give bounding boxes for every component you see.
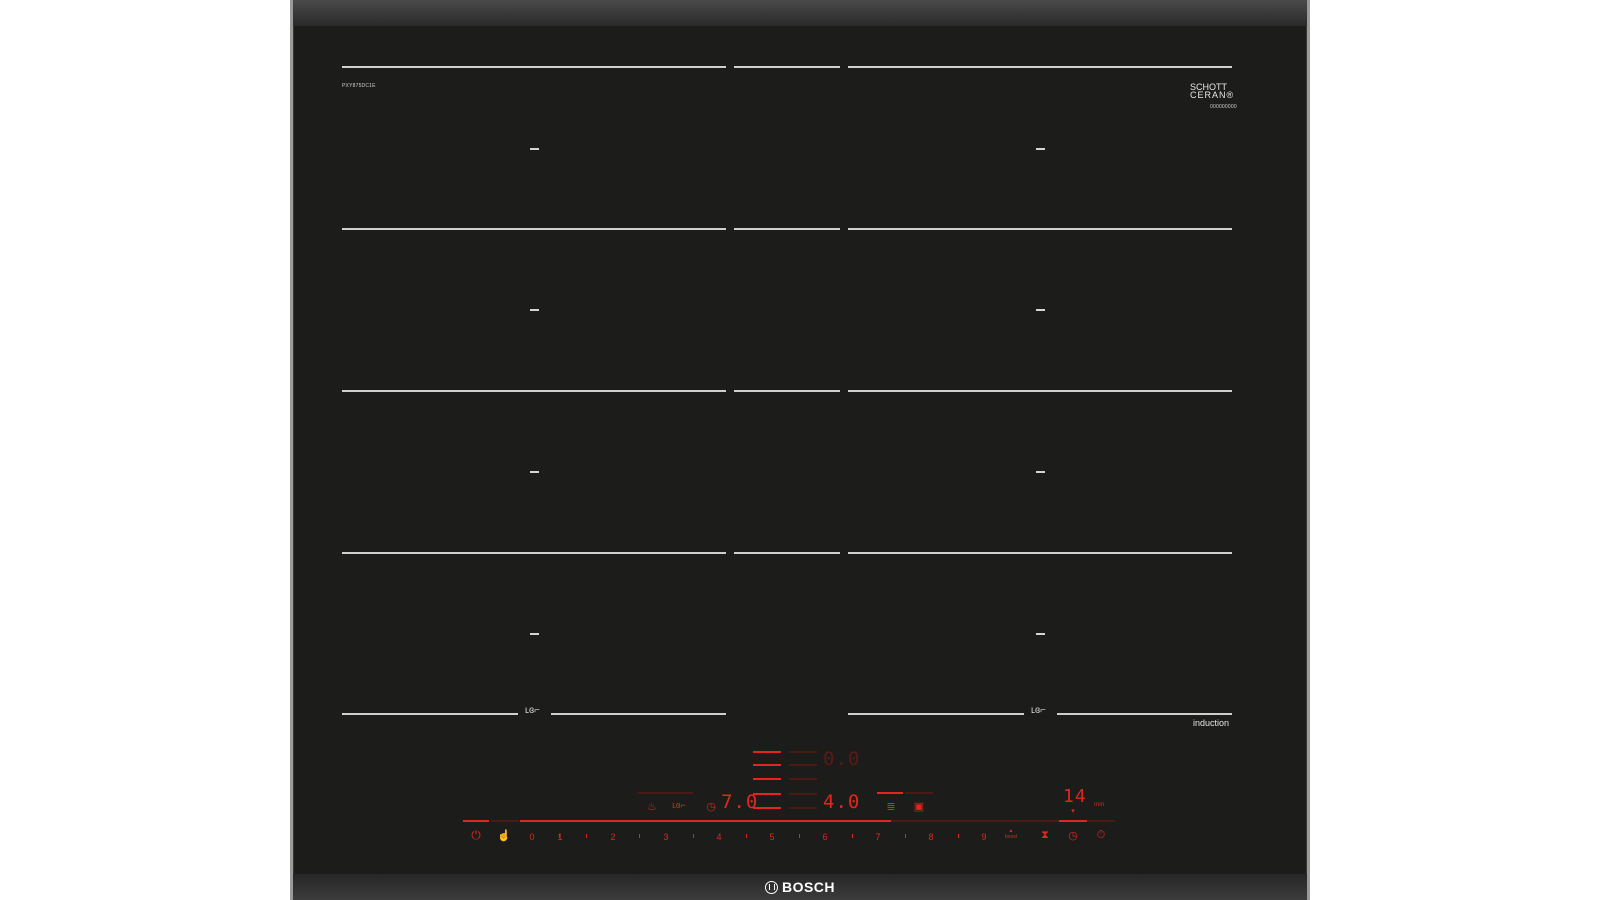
zone-center-mark [530, 471, 539, 473]
zone-center-mark [1036, 633, 1045, 635]
slider-level-1[interactable]: 1 [557, 832, 562, 842]
level-bar [789, 764, 817, 766]
slider-tick [639, 834, 640, 838]
zone-line [848, 66, 1232, 68]
zone-line [1057, 713, 1232, 715]
boost-button[interactable]: ▲ boost [1005, 828, 1017, 840]
level-bar [789, 778, 817, 780]
left-power-readout: 7.0 [721, 791, 759, 813]
slider-tick [746, 834, 747, 838]
power-slider-track-rest[interactable] [891, 820, 1031, 822]
timer-indicator-icon: ▾ [1071, 808, 1075, 815]
zone-line [342, 390, 726, 392]
slider-level-7[interactable]: 7 [875, 832, 880, 842]
zone-center-mark [530, 309, 539, 311]
timer-readout: 14 [1063, 786, 1087, 807]
function-underline [638, 792, 693, 794]
bosch-logo: BOSCH [764, 879, 836, 895]
timer-button-underline [1059, 820, 1087, 822]
level-bar [753, 751, 781, 753]
brand-name: BOSCH [781, 879, 836, 895]
zone-line [734, 228, 840, 230]
zone-line [848, 713, 1024, 715]
level-bar [789, 807, 817, 809]
stopwatch-icon[interactable]: ⏱ [1097, 829, 1106, 842]
top-frame [293, 0, 1307, 26]
flex-zone-symbol-left: ʟɞ⌐ [525, 705, 540, 716]
zone-line [342, 713, 518, 715]
zone-center-mark [1036, 471, 1045, 473]
slider-level-6[interactable]: 6 [822, 832, 827, 842]
timer-icon[interactable]: ◷ [1068, 829, 1078, 842]
slider-level-4[interactable]: 4 [716, 832, 721, 842]
slider-tick [693, 834, 694, 838]
power-slider-track[interactable] [520, 820, 891, 822]
upper-readout: 0.0 [823, 748, 861, 770]
zone-line [848, 552, 1232, 554]
level-bar [789, 751, 817, 753]
model-code: PXY875DC1E [342, 83, 376, 89]
zone-center-mark [1036, 309, 1045, 311]
slider-tick [958, 834, 959, 838]
schott-ceran-logo: SCHOTT CERAN® [1190, 82, 1235, 100]
power-button-underline [463, 820, 489, 822]
timer-unit: min [1094, 802, 1105, 808]
induction-label: induction [1193, 718, 1230, 728]
zone-center-mark [530, 633, 539, 635]
slider-tick [905, 834, 906, 838]
wipe-underline [491, 820, 519, 822]
level-bar [789, 793, 817, 795]
frying-sensor-icon[interactable]: ʟɞ⌐ [672, 800, 685, 810]
zone-line [848, 390, 1232, 392]
zone-line [734, 390, 840, 392]
slider-level-9[interactable]: 9 [981, 832, 986, 842]
glass-code: 000000000 [1210, 104, 1237, 110]
slider-level-2[interactable]: 2 [610, 832, 615, 842]
wipe-protection-icon[interactable]: ☝ [497, 829, 511, 842]
slider-tick [586, 834, 587, 838]
keep-warm-icon[interactable]: ♨ [647, 800, 657, 813]
cooktop: ʟɞ⌐ ʟɞ⌐ PXY875DC1E SCHOTT CERAN® 0000000… [290, 0, 1310, 900]
bosch-armature-icon [764, 880, 778, 894]
zone-line [342, 552, 726, 554]
hourglass-icon[interactable]: ⧗ [1041, 829, 1049, 842]
clock-icon[interactable]: ◷ [706, 800, 716, 813]
zone-line [551, 713, 726, 715]
zone-center-mark [1036, 148, 1045, 150]
slider-tick [852, 834, 853, 838]
function-underline [905, 792, 933, 794]
zone-line [342, 228, 726, 230]
slider-level-8[interactable]: 8 [928, 832, 933, 842]
flex-zone-symbol-right: ʟɞ⌐ [1031, 705, 1046, 716]
level-bar [753, 764, 781, 766]
slider-level-5[interactable]: 5 [769, 832, 774, 842]
control-underline [1031, 820, 1059, 822]
slider-level-0[interactable]: 0 [529, 832, 534, 842]
zone-line [734, 552, 840, 554]
right-power-readout: 4.0 [823, 791, 861, 813]
boost-label: boost [1004, 834, 1018, 840]
slider-tick [799, 834, 800, 838]
slider-level-3[interactable]: 3 [663, 832, 668, 842]
function-underline [877, 792, 903, 794]
zone-line [734, 66, 840, 68]
control-underline [1087, 820, 1115, 822]
menu-icon[interactable]: ≣ [886, 800, 895, 813]
zone-line [848, 228, 1232, 230]
level-bar [753, 778, 781, 780]
zone-line [342, 66, 726, 68]
zone-center-mark [530, 148, 539, 150]
power-icon[interactable]: ⏻ [471, 828, 481, 843]
settings-icon[interactable]: ▣ [914, 800, 924, 813]
